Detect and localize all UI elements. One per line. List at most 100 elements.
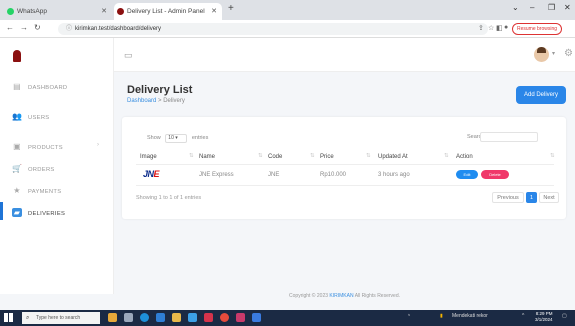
people-icon[interactable]: ꭟ <box>408 313 410 319</box>
file-explorer-icon[interactable] <box>172 313 181 322</box>
delivery-table-card: Show 10 ▾ entries Search: Image ⇅ Name ⇅… <box>122 117 566 219</box>
sidebar-item-payments[interactable]: ★ PAYMENTS <box>12 186 61 195</box>
weather-tray-icon: ▮ <box>440 313 443 319</box>
site-favicon-icon <box>117 8 124 15</box>
close-icon[interactable]: ✕ <box>211 3 217 20</box>
system-clock[interactable]: 8:29 PM 3/1/2024 <box>535 311 553 323</box>
products-icon: ▣ <box>13 142 21 151</box>
sidebar-item-orders[interactable]: 🛒 ORDERS <box>12 164 55 173</box>
pagination-page-1[interactable]: 1 <box>526 192 537 203</box>
address-bar-row: ← → ↻ ⓘ kirimkan.test/dashboard/delivery … <box>0 20 575 38</box>
pagination-next[interactable]: Next <box>539 192 559 203</box>
add-delivery-button[interactable]: Add Delivery <box>516 86 566 104</box>
column-header-updated-at[interactable]: Updated At <box>378 154 408 160</box>
active-indicator <box>0 202 3 220</box>
windows-start-icon[interactable] <box>4 313 13 322</box>
profile-icon[interactable]: ● <box>504 24 508 31</box>
sort-icon[interactable]: ⇅ <box>550 153 555 159</box>
sidebar-item-users[interactable]: 👥 USERS <box>12 112 49 121</box>
breadcrumb: Dashboard > Delivery <box>127 98 185 104</box>
table-info: Showing 1 to 1 of 1 entries <box>136 195 202 201</box>
app-icon[interactable] <box>204 313 213 322</box>
column-header-image[interactable]: Image <box>140 154 157 160</box>
row-divider <box>136 185 554 186</box>
entries-select[interactable]: 10 ▾ <box>165 134 188 143</box>
browser-tab-whatsapp[interactable]: WhatsApp ✕ <box>4 3 112 20</box>
resume-browsing-button[interactable]: Resume browsing <box>512 23 563 35</box>
cell-price: Rp10.000 <box>320 172 347 178</box>
weather-app-icon[interactable] <box>108 313 117 322</box>
sidebar-item-products[interactable]: ▣ PRODUCTS <box>12 142 63 151</box>
vscode-icon[interactable] <box>252 313 261 322</box>
bookmark-star-icon[interactable]: ☆ <box>488 24 494 32</box>
whatsapp-icon <box>7 8 14 15</box>
browser-tab-active[interactable]: Delivery List - Admin Panel ✕ <box>114 3 222 20</box>
entries-length-control: Show 10 ▾ entries <box>147 134 209 143</box>
sort-icon[interactable]: ⇅ <box>258 153 263 159</box>
new-tab-icon[interactable]: + <box>228 3 234 14</box>
search-icon: ⌕ <box>26 315 30 321</box>
gear-icon[interactable]: ⚙ <box>564 48 573 59</box>
breadcrumb-home-link[interactable]: Dashboard <box>127 98 156 104</box>
url-field[interactable]: ⓘ kirimkan.test/dashboard/delivery <box>58 23 488 35</box>
star-icon: ★ <box>13 186 21 195</box>
truck-icon: ▰ <box>12 208 22 217</box>
back-icon[interactable]: ← <box>6 23 14 32</box>
os-taskbar: ⌕ Type here to search ꭟ ▮ Mendekati reko… <box>0 310 575 326</box>
chevron-right-icon[interactable]: › <box>97 142 99 148</box>
menu-toggle-icon[interactable]: ▭ <box>124 50 133 61</box>
tab-label: Delivery List - Admin Panel <box>127 8 205 15</box>
sort-icon[interactable]: ⇅ <box>444 153 449 159</box>
column-header-name[interactable]: Name <box>199 154 215 160</box>
store-icon[interactable] <box>156 313 165 322</box>
reload-icon[interactable]: ↻ <box>34 23 41 32</box>
users-icon: 👥 <box>12 112 23 121</box>
close-icon[interactable]: ✕ <box>101 3 107 20</box>
jne-logo: JNE <box>143 169 160 179</box>
sidebar-item-dashboard[interactable]: ▤ DASHBOARD <box>12 82 67 91</box>
pagination-previous[interactable]: Previous <box>492 192 524 203</box>
column-header-action[interactable]: Action <box>456 154 473 160</box>
sort-icon[interactable]: ⇅ <box>189 153 194 159</box>
notification-icon[interactable]: ▢ <box>562 313 567 319</box>
app-icon[interactable] <box>236 313 245 322</box>
breadcrumb-current: Delivery <box>163 98 185 104</box>
search-input[interactable] <box>480 132 538 142</box>
app-logo[interactable] <box>13 50 21 62</box>
sidebar-item-deliveries[interactable]: ▰ DELIVERIES <box>12 208 65 217</box>
chevron-down-icon[interactable]: ▾ <box>552 50 555 57</box>
cell-name: JNE Express <box>199 172 234 178</box>
column-header-code[interactable]: Code <box>268 154 282 160</box>
restore-icon[interactable]: ❐ <box>548 3 555 12</box>
weather-text[interactable]: Mendekati rekor <box>452 313 488 319</box>
cell-code: JNE <box>268 172 280 178</box>
edit-button[interactable]: Edit <box>456 170 478 179</box>
share-icon[interactable]: ⇪ <box>478 24 484 32</box>
mail-icon[interactable] <box>188 313 197 322</box>
chrome-icon[interactable] <box>220 313 229 322</box>
taskbar-search[interactable]: ⌕ Type here to search <box>22 312 100 324</box>
delete-button[interactable]: Delete <box>481 170 509 179</box>
page-title: Delivery List <box>127 84 193 96</box>
sort-icon[interactable]: ⇅ <box>310 153 315 159</box>
column-header-price[interactable]: Price <box>320 154 334 160</box>
sort-icon[interactable]: ⇅ <box>366 153 371 159</box>
edge-icon[interactable] <box>140 313 149 322</box>
task-view-icon[interactable] <box>124 313 133 322</box>
close-window-icon[interactable]: ✕ <box>564 3 571 12</box>
sidebar: ▤ DASHBOARD 👥 USERS ▣ PRODUCTS › 🛒 ORDERS ★ P… <box>0 38 114 294</box>
chevron-down-icon[interactable]: ⌄ <box>512 3 519 12</box>
browser-tab-bar: WhatsApp ✕ Delivery List - Admin Panel ✕… <box>0 0 575 20</box>
tab-label: WhatsApp <box>17 8 47 15</box>
footer-brand-link[interactable]: KIRIMKAN <box>329 293 353 299</box>
minimize-icon[interactable]: – <box>530 3 534 12</box>
header-divider <box>136 164 554 165</box>
forward-icon[interactable]: → <box>20 23 28 32</box>
cell-updated-at: 3 hours ago <box>378 172 410 178</box>
avatar[interactable] <box>534 47 549 62</box>
info-icon: ⓘ <box>66 26 73 32</box>
sidepanel-icon[interactable]: ◧ <box>496 24 503 32</box>
cart-icon: 🛒 <box>12 164 23 173</box>
chevron-up-icon[interactable]: ^ <box>522 313 524 319</box>
page-footer: Copyright © 2023 KIRIMKAN All Rights Res… <box>289 293 400 299</box>
